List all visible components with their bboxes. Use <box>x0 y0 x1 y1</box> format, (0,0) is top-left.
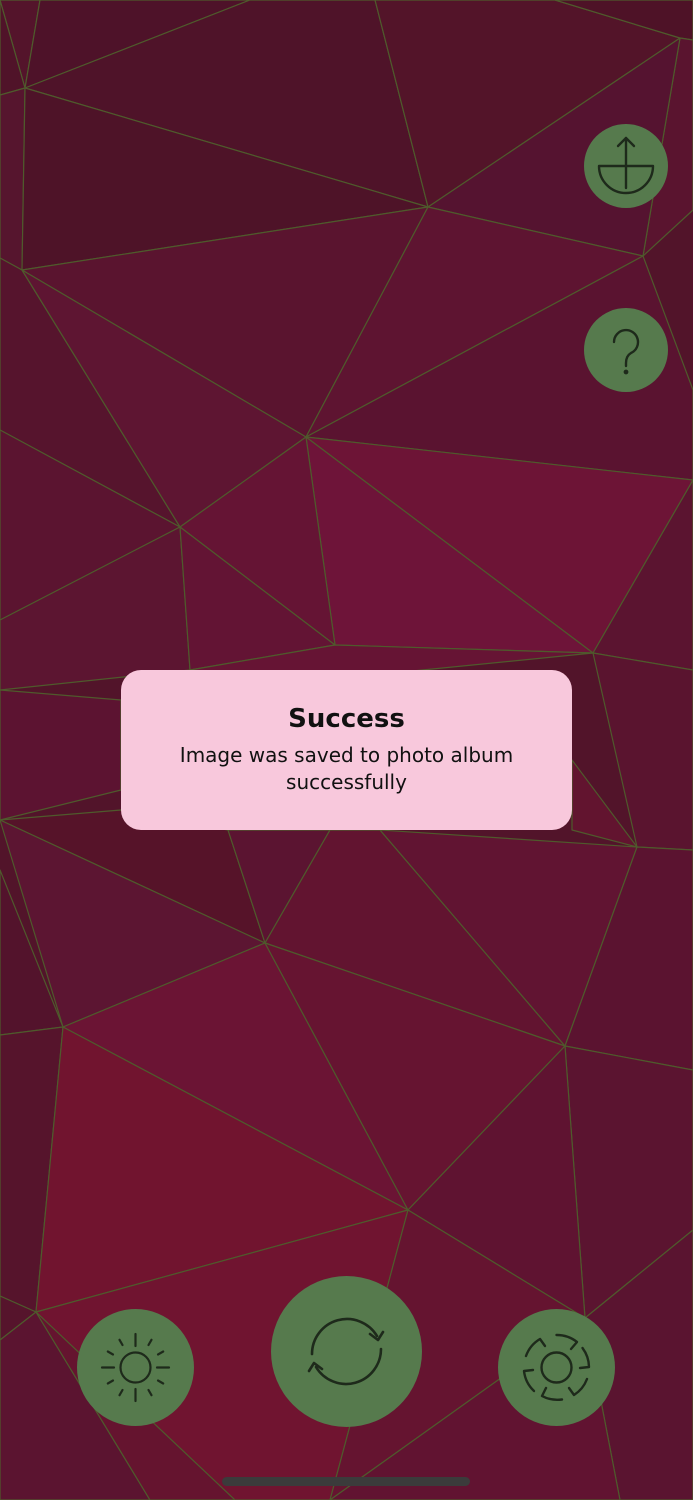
toast-title: Success <box>288 704 405 734</box>
aperture-icon <box>522 1333 591 1402</box>
help-button[interactable] <box>584 308 668 392</box>
sun-icon <box>100 1332 171 1403</box>
home-indicator[interactable] <box>222 1477 470 1486</box>
brightness-button[interactable] <box>77 1309 194 1426</box>
toast-message: Image was saved to photo album successfu… <box>179 743 514 794</box>
share-button[interactable] <box>584 124 668 208</box>
settings-button[interactable] <box>498 1309 615 1426</box>
success-toast: Success Image was saved to photo album s… <box>121 670 572 830</box>
share-upload-icon <box>597 136 655 195</box>
regenerate-button[interactable] <box>271 1276 422 1427</box>
refresh-icon <box>307 1317 385 1386</box>
screen: Success Image was saved to photo album s… <box>0 0 693 1500</box>
question-mark-icon <box>612 328 640 375</box>
